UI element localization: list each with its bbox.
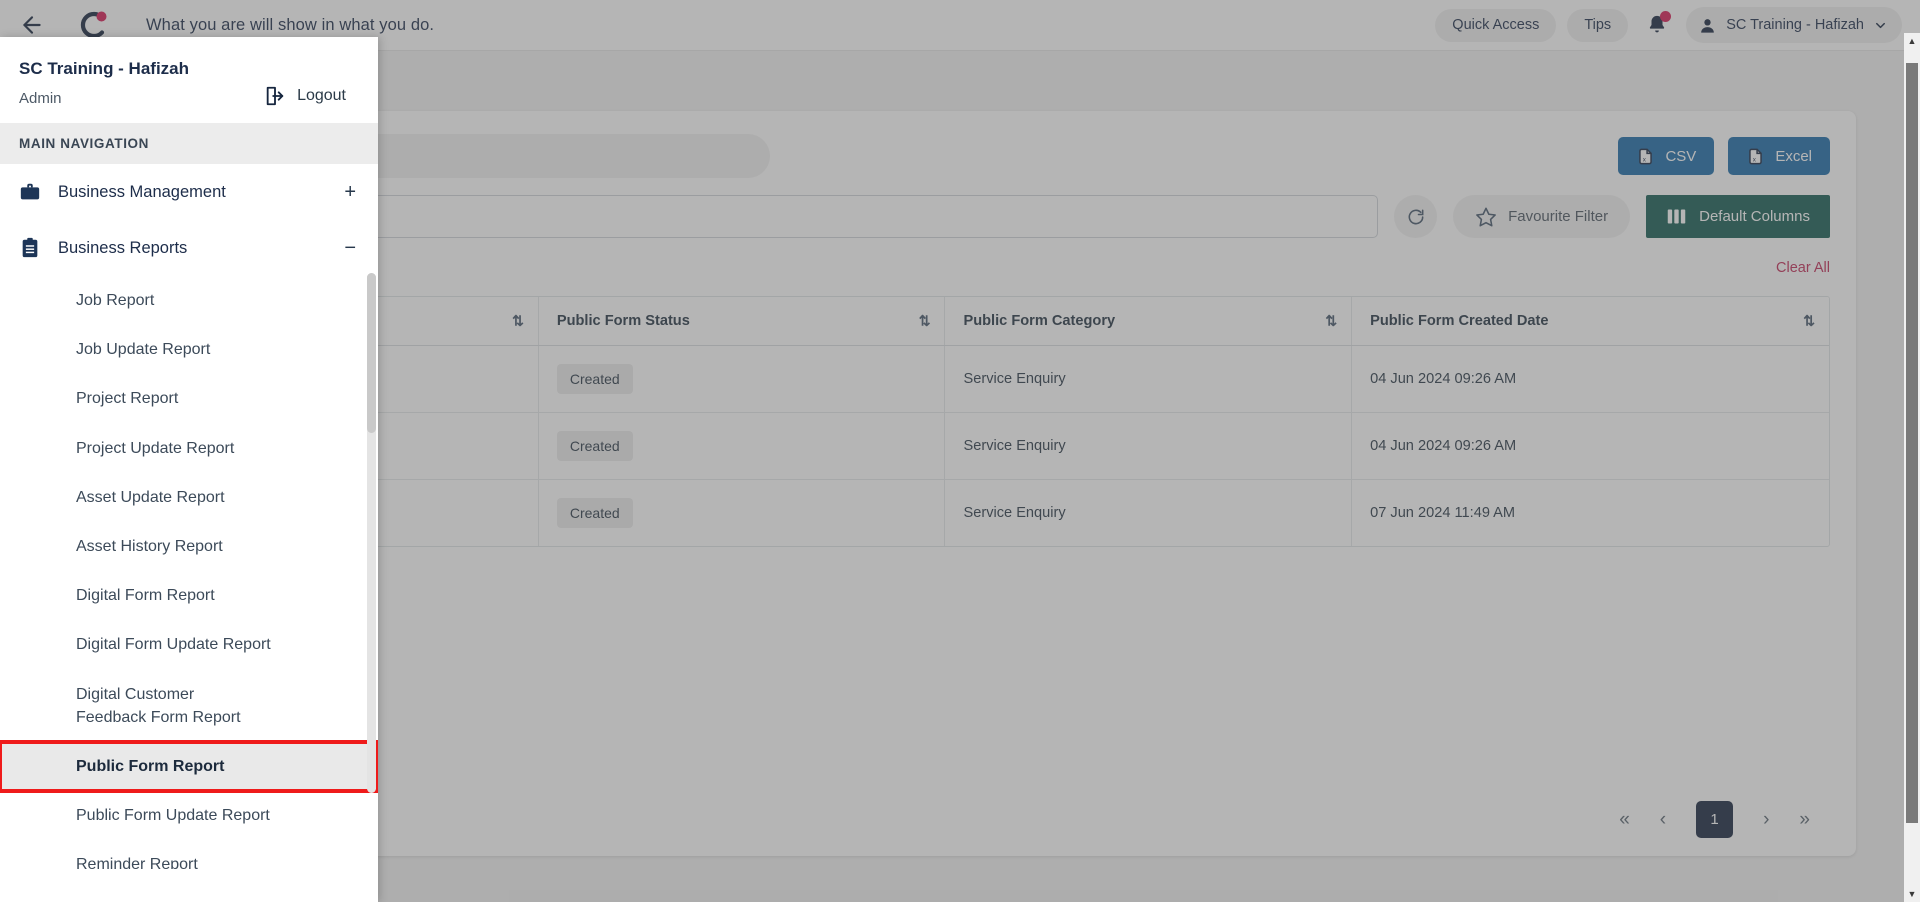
pagination-prev-button[interactable]: ‹: [1660, 809, 1666, 831]
file-excel-icon: x: [1746, 147, 1765, 166]
cell-created-date: 04 Jun 2024 09:26 AM: [1351, 412, 1829, 480]
sidebar-item-public-form-report[interactable]: Public Form Report: [0, 739, 378, 794]
pagination-next-button[interactable]: ›: [1763, 809, 1769, 831]
status-badge: Created: [556, 498, 633, 528]
sort-updown-icon[interactable]: ⇅: [1325, 313, 1337, 330]
cell-created-date: 04 Jun 2024 09:26 AM: [1351, 345, 1829, 413]
sidebar-item-public-form-update-report[interactable]: Public Form Update Report: [0, 791, 378, 840]
cell-status: Created: [538, 345, 946, 413]
cell-category: Service Enquiry: [944, 412, 1353, 480]
default-columns-label: Default Columns: [1699, 208, 1810, 225]
scrollbar-down-arrow-icon[interactable]: ▼: [1904, 886, 1920, 902]
sidebar-item-job-report[interactable]: Job Report: [0, 276, 378, 325]
cell-status: Created: [538, 412, 946, 480]
status-badge: Created: [556, 431, 633, 461]
main-navigation-title: MAIN NAVIGATION: [0, 123, 378, 164]
export-button-group: x CSV x Excel: [1618, 137, 1830, 175]
column-header-label: Public Form Category: [963, 313, 1116, 329]
sidebar-item-digital-form-update-report[interactable]: Digital Form Update Report: [0, 620, 378, 669]
default-columns-button[interactable]: Default Columns: [1646, 195, 1830, 238]
pagination-page-1[interactable]: 1: [1696, 801, 1734, 838]
app-screenshot: What you are will show in what you do. Q…: [0, 0, 1920, 902]
column-header-public-form-created-date[interactable]: Public Form Created Date ⇅: [1351, 297, 1829, 346]
cell-created-date: 07 Jun 2024 11:49 AM: [1370, 505, 1516, 521]
tips-button[interactable]: Tips: [1567, 8, 1629, 42]
export-csv-button[interactable]: x CSV: [1618, 137, 1715, 175]
export-excel-button[interactable]: x Excel: [1728, 137, 1830, 175]
arrow-left-icon: [19, 12, 45, 38]
clipboard-icon: [19, 237, 41, 259]
navigation-scroll-area: Business Management + Business Reports −…: [0, 164, 378, 869]
sidebar-item-asset-history-report[interactable]: Asset History Report: [0, 522, 378, 571]
user-name-label: SC Training - Hafizah: [1726, 17, 1864, 33]
logout-label: Logout: [297, 87, 346, 104]
nav-group-label: Business Reports: [58, 238, 188, 257]
pagination-first-button[interactable]: «: [1619, 809, 1630, 831]
header-actions: Quick Access Tips SC Training - Hafizah: [1435, 7, 1920, 43]
nav-group-business-reports[interactable]: Business Reports −: [0, 220, 378, 276]
drawer-subrow: Admin Logout: [19, 85, 356, 107]
navigation-drawer: SC Training - Hafizah Admin Logout MAIN …: [0, 37, 378, 902]
drawer-scrollbar[interactable]: [367, 273, 376, 793]
chevron-down-icon: [1873, 18, 1888, 33]
export-excel-label: Excel: [1775, 147, 1812, 165]
cell-category: Service Enquiry: [944, 479, 1353, 546]
person-icon: [1698, 16, 1717, 35]
sidebar-item-project-update-report[interactable]: Project Update Report: [0, 424, 378, 473]
cell-status: Created: [538, 479, 946, 546]
drawer-header: SC Training - Hafizah Admin Logout: [0, 37, 378, 123]
pagination: « ‹ 1 › »: [1619, 801, 1810, 838]
column-header-label: Public Form Status: [556, 313, 690, 329]
nav-group-label: Business Management: [58, 182, 226, 201]
column-header-label: Public Form Created Date: [1370, 313, 1549, 329]
favourite-filter-button[interactable]: Favourite Filter: [1453, 195, 1631, 238]
collapse-toggle-icon[interactable]: −: [344, 238, 356, 258]
star-icon: [1475, 206, 1497, 228]
app-tagline: What you are will show in what you do.: [146, 15, 435, 34]
file-excel-icon: x: [1636, 147, 1655, 166]
quick-access-button[interactable]: Quick Access: [1435, 8, 1557, 42]
briefcase-icon: [19, 181, 41, 203]
column-header-public-form-status[interactable]: Public Form Status ⇅: [538, 297, 946, 346]
sidebar-item-digital-form-report[interactable]: Digital Form Report: [0, 571, 378, 620]
sort-updown-icon[interactable]: ⇅: [919, 313, 931, 330]
clear-all-button[interactable]: Clear All: [1776, 260, 1830, 276]
expand-toggle-icon[interactable]: +: [344, 182, 356, 202]
notification-badge-dot: [1660, 11, 1672, 22]
browser-scrollbar-thumb[interactable]: [1906, 63, 1918, 823]
column-header-public-form-category[interactable]: Public Form Category ⇅: [944, 297, 1353, 346]
logout-icon: [264, 85, 286, 107]
logout-button[interactable]: Logout: [264, 85, 356, 107]
sidebar-item-asset-update-report[interactable]: Asset Update Report: [0, 473, 378, 522]
sidebar-item-digital-customer-feedback-form-report[interactable]: Digital Customer Feedback Form Report: [0, 670, 290, 742]
sidebar-item-job-update-report[interactable]: Job Update Report: [0, 325, 378, 374]
export-csv-label: CSV: [1665, 147, 1697, 165]
notifications-button[interactable]: [1639, 7, 1675, 43]
drawer-org-name: SC Training - Hafizah: [19, 59, 190, 78]
sidebar-item-reminder-report[interactable]: Reminder Report: [0, 840, 378, 869]
drawer-scrollbar-thumb[interactable]: [367, 273, 376, 433]
sort-updown-icon[interactable]: ⇅: [512, 313, 524, 330]
sidebar-item-project-report[interactable]: Project Report: [0, 374, 378, 423]
scrollbar-up-arrow-icon[interactable]: ▲: [1904, 33, 1920, 49]
favourite-filter-label: Favourite Filter: [1508, 208, 1609, 225]
sort-updown-icon[interactable]: ⇅: [1803, 313, 1815, 330]
refresh-icon: [1406, 207, 1426, 227]
refresh-button[interactable]: [1394, 195, 1438, 238]
user-menu-button[interactable]: SC Training - Hafizah: [1686, 7, 1902, 43]
nav-group-business-management[interactable]: Business Management +: [0, 164, 378, 220]
status-badge: Created: [556, 364, 633, 394]
columns-icon: [1666, 206, 1687, 227]
drawer-user-role: Admin: [19, 90, 62, 107]
cell-category: Service Enquiry: [944, 345, 1353, 413]
browser-scrollbar[interactable]: ▲ ▼: [1904, 33, 1920, 902]
pagination-last-button[interactable]: »: [1799, 809, 1810, 831]
